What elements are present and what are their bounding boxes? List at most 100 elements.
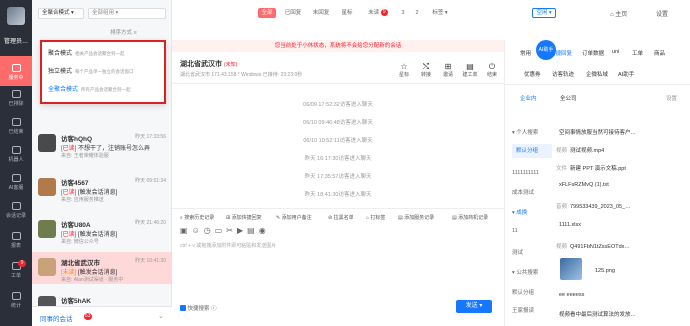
history-icon[interactable]: ◷ <box>204 226 215 235</box>
category-public-default[interactable]: 默认分组 <box>512 288 552 296</box>
tab-all[interactable]: 全部 <box>258 8 276 18</box>
quick-reply-item[interactable]: 1111.xlsx <box>556 222 581 228</box>
nav-item-ended[interactable]: 已结束 <box>0 118 32 142</box>
nav-item-ai-service[interactable]: AI客服 <box>0 174 32 198</box>
right-tab-coupons[interactable]: 优惠券 <box>524 70 541 78</box>
nav-item-ticket[interactable]: 工单 9 <box>0 260 32 286</box>
screenshot-icon[interactable]: ✂ <box>226 226 237 235</box>
dropdown-item-independent[interactable]: 独立模式 每个产品单一独立的会话窗口 <box>48 66 162 75</box>
quick-reply-item[interactable]: 空间事情放服当然可接待客户… <box>556 128 636 136</box>
video-icon[interactable]: ▶ <box>237 226 247 235</box>
add-quick-reply-button[interactable]: ⊞ 添加快捷回复 <box>226 214 262 221</box>
right-tab-wecom[interactable]: 企微私域 <box>586 70 608 78</box>
nav-item-report[interactable]: 报表 <box>0 232 32 256</box>
category-personal[interactable]: ▾ 个人搜索 <box>512 128 552 136</box>
star-button[interactable]: ☆ 星标 <box>396 62 412 78</box>
tab-unread[interactable]: 未读 9 <box>364 8 392 18</box>
user-avatar[interactable] <box>7 7 25 25</box>
transfer-button[interactable]: ⤭ 转接 <box>418 62 434 78</box>
home-icon: ⌂ <box>610 12 614 18</box>
nav-item-excluded[interactable]: 已排除 <box>0 90 32 114</box>
category-public[interactable]: ▾ 公共搜索 <box>512 268 552 276</box>
home-link[interactable]: ⌂ 主页 <box>610 9 627 18</box>
add-user-note-button[interactable]: ✎ 添加用户备注 <box>276 214 312 221</box>
group-select[interactable]: 全部组用 ▾ <box>88 8 166 19</box>
quick-reply-item[interactable]: 视频 测试视频.mp4 <box>556 146 604 154</box>
tab-starred[interactable]: 星标 <box>338 8 356 18</box>
mode-select[interactable]: 全聚合模式 ▾ <box>38 8 84 19</box>
session-row[interactable]: 访客U80A 昨天 21:46:20 [已读] [触发会话消息] 来自: 微信公… <box>32 214 172 246</box>
session-row[interactable]: 访客4567 昨天 09:51:34 [已读] [触发会话消息] 来自: 应用服… <box>32 172 172 204</box>
right-tab-ticket[interactable]: 工单 <box>632 49 643 57</box>
invite-button[interactable]: ⊞ 邀请 <box>440 62 456 78</box>
sub-tab-company[interactable]: 全公司 <box>560 94 577 102</box>
quick-reply-item[interactable]: xFLFsRZMvQ (1).txt <box>556 182 609 188</box>
right-tab-ai-assistant[interactable]: AI助手 <box>618 70 634 78</box>
dropdown-item-full-aggregate[interactable]: 全聚合模式 所有产品会话聚合到一起 <box>48 84 162 93</box>
right-tab-products[interactable]: 商品 <box>654 49 665 57</box>
image-thumbnail[interactable] <box>560 258 582 280</box>
category-11[interactable]: 11 <box>512 228 552 234</box>
image-icon[interactable]: ▣ <box>180 226 192 235</box>
transfer-icon: ⤭ <box>422 62 430 71</box>
category-wangjia[interactable]: 王家报读 <box>512 306 552 314</box>
blacklist-button[interactable]: ⊘ 拉黑名单 <box>328 214 354 221</box>
category-default[interactable]: 默认分组 <box>512 144 552 158</box>
add-opportunity-button[interactable]: ▤ 添加商机记录 <box>452 214 488 221</box>
tab-replied[interactable]: 已回复 <box>282 8 304 18</box>
sort-button[interactable]: 排序方式 ≡ <box>110 28 137 36</box>
ai-assistant-float-button[interactable]: AI助手 <box>536 40 556 60</box>
quick-reply-item[interactable]: 文件 新建 PPT 演示文稿.ppt <box>556 164 626 172</box>
ticket-badge: 9 <box>18 260 26 267</box>
end-icon: ⏻ <box>488 62 496 71</box>
search-history-button[interactable]: ⌕ 搜索历史记录 <box>180 214 214 221</box>
quick-reply-item[interactable]: 音频 799533439_2023_05_… <box>556 202 631 210</box>
quick-reply-item[interactable]: ee eeeess <box>556 292 584 298</box>
status-select[interactable]: 空闲 ▾ <box>532 8 556 18</box>
nav-item-serving[interactable]: 服务中 <box>0 56 32 86</box>
add-service-record-button[interactable]: ▤ 添加服务记录 <box>398 214 434 221</box>
left-nav: 管理员… 服务中 已排除 已结束 机器人 AI客服 会话记录 报表 工单 9 统计 <box>0 0 32 326</box>
add-tag-button[interactable]: ⌂ 打标签 <box>366 214 385 221</box>
nav-item-records[interactable]: 会话记录 <box>0 202 32 226</box>
session-row-selected[interactable]: 湖北省武汉市 昨天 10:41:30 [未读] [触发会话消息] 来自: Ala… <box>32 252 172 284</box>
tab-count-3[interactable]: 3 <box>398 8 408 18</box>
sub-tab-enterprise[interactable]: 企业内 <box>520 94 537 102</box>
right-tab-visitor-track[interactable]: 访客轨迹 <box>552 70 574 78</box>
create-ticket-button[interactable]: ▤ 建工单 <box>462 62 478 78</box>
card-icon[interactable]: ▤ <box>247 226 259 235</box>
tab-count-2[interactable]: 2 <box>412 8 422 18</box>
dropdown-item-aggregate[interactable]: 聚合模式 相关产品会话聚合到一起 <box>48 48 162 57</box>
nav-item-stats[interactable]: 统计 <box>0 292 32 316</box>
send-button[interactable]: 发送 ▾ <box>456 300 492 313</box>
quick-search-toggle[interactable]: 快捷搜索 ⓘ <box>180 304 217 312</box>
chevron-down-icon[interactable]: ⌄ <box>158 312 164 320</box>
category-chengjiao[interactable]: ▾ 成换 <box>512 208 552 216</box>
audio-icon[interactable]: ◉ <box>259 226 270 235</box>
emoji-icon[interactable]: ☺ <box>192 226 204 235</box>
divider <box>504 84 690 85</box>
right-tab-common[interactable]: 常用 <box>520 49 531 57</box>
quick-reply-item[interactable]: 视频 Q491FbN1tZssEOTdx… <box>556 242 630 250</box>
category-1111[interactable]: 1111111111 <box>512 170 552 176</box>
category-test[interactable]: 测试 <box>512 248 552 256</box>
visitor-avatar <box>38 220 56 238</box>
top-bar: 全部 已回复 未回复 星标 未读 9 3 2 标签 ▾ 空闲 ▾ ⌂ 主页 设置 <box>172 0 690 24</box>
colleague-sessions-footer[interactable]: 同事的会话 53 ⌄ <box>32 306 172 326</box>
category-cost-test[interactable]: 成本测试 <box>512 188 552 196</box>
tab-tags[interactable]: 标签 ▾ <box>428 8 452 18</box>
system-message: 06/10 10:52:11访客进入聊天 <box>303 138 373 144</box>
settings-link[interactable]: 设置 <box>656 9 668 18</box>
manage-link[interactable]: 设置 <box>666 94 677 102</box>
nav-item-robot[interactable]: 机器人 <box>0 146 32 170</box>
tab-unreplied[interactable]: 未回复 <box>310 8 332 18</box>
checkbox-icon[interactable] <box>180 305 186 311</box>
end-session-button[interactable]: ⏻ 结束 <box>484 62 500 78</box>
session-row[interactable]: 访客hQhQ 昨天 17:33:56 [已读] 不想干了，注销账号怎么弄 来自:… <box>32 128 172 160</box>
file-icon[interactable]: ▭ <box>215 226 227 235</box>
right-tab-orders[interactable]: 订单数据 <box>582 49 604 57</box>
quick-reply-item[interactable]: 视频看中最后测试算法的发放… <box>556 310 636 318</box>
message-input[interactable]: ctrl + v 或拖拽添加附件即可粘贴和发送图片 <box>180 242 276 249</box>
quick-reply-item[interactable]: 125.png <box>592 268 615 274</box>
right-tab-uni[interactable]: uni <box>612 49 619 55</box>
